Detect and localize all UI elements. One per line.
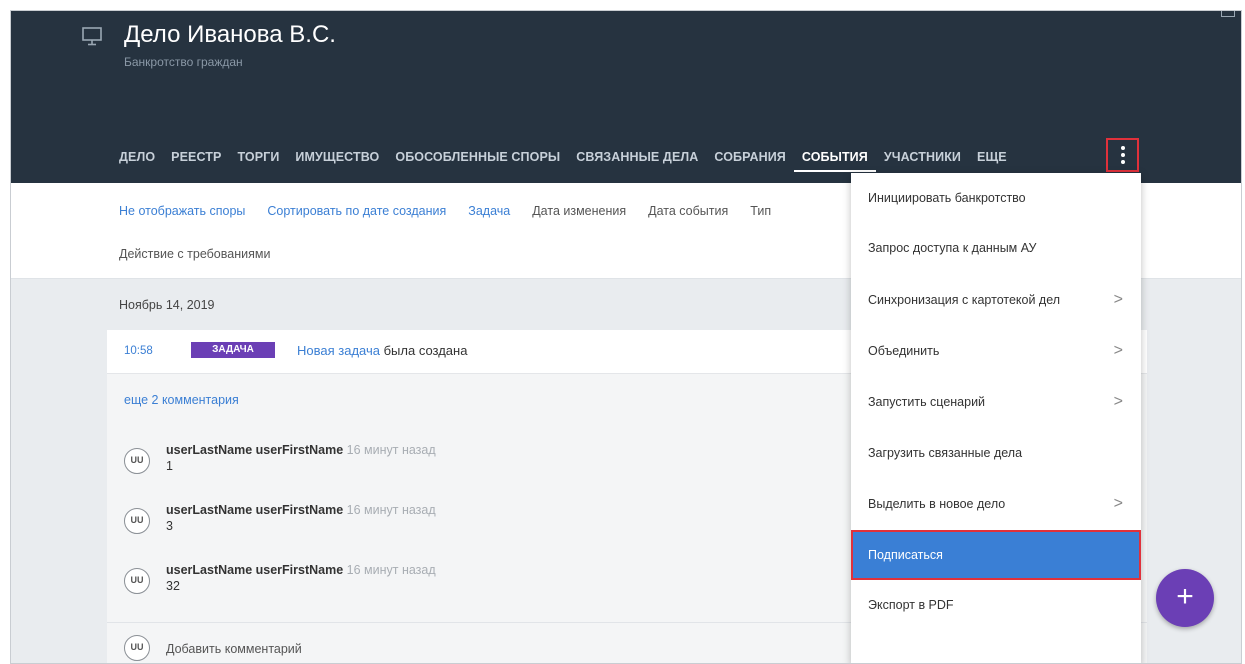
avatar: UU bbox=[124, 635, 150, 661]
filter-hide-disputes[interactable]: Не отображать споры bbox=[119, 204, 245, 218]
comment-time: 16 минут назад bbox=[343, 563, 436, 577]
event-link[interactable]: Новая задача bbox=[297, 343, 380, 358]
menu-item-export-pdf[interactable]: Экспорт в PDF bbox=[851, 580, 1141, 630]
menu-item-label: Загрузить связанные дела bbox=[868, 446, 1023, 460]
more-vertical-icon bbox=[1120, 146, 1125, 150]
comment-author: userLastName userFirstName 16 минут наза… bbox=[166, 563, 436, 577]
menu-item-load-related[interactable]: Загрузить связанные дела bbox=[851, 428, 1141, 478]
tab-eshche[interactable]: ЕЩЕ bbox=[969, 148, 1015, 172]
comment-text: 32 bbox=[166, 579, 180, 593]
add-fab-button[interactable]: + bbox=[1156, 569, 1214, 627]
case-header: Дело Иванова В.С. Банкротство граждан ДЕ… bbox=[11, 11, 1241, 183]
chevron-right-icon: > bbox=[1113, 495, 1123, 512]
filter-date-event[interactable]: Дата события bbox=[648, 204, 728, 218]
menu-item-sync-cards[interactable]: Синхронизация с картотекой дел > bbox=[851, 275, 1141, 325]
filter-task[interactable]: Задача bbox=[468, 204, 510, 218]
chevron-right-icon: > bbox=[1113, 342, 1123, 359]
monitor-icon bbox=[82, 27, 102, 46]
comment-text: 3 bbox=[166, 519, 173, 533]
more-options-menu: Инициировать банкротство Запрос доступа … bbox=[851, 173, 1141, 663]
app-window: Дело Иванова В.С. Банкротство граждан ДЕ… bbox=[10, 10, 1242, 664]
more-vertical-icon-dot bbox=[1120, 160, 1125, 164]
menu-item-initiate-bankruptcy[interactable]: Инициировать банкротство bbox=[851, 173, 1141, 223]
tab-bar: ДЕЛО РЕЕСТР ТОРГИ ИМУЩЕСТВО ОБОСОБЛЕННЫЕ… bbox=[119, 148, 1015, 172]
menu-item-run-scenario[interactable]: Запустить сценарий > bbox=[851, 377, 1141, 427]
comment-item: UU userLastName userFirstName 16 минут н… bbox=[124, 503, 824, 543]
event-text: была создана bbox=[379, 343, 468, 358]
menu-item-label: Экспорт в PDF bbox=[868, 598, 954, 612]
window-corner-icon bbox=[1221, 11, 1235, 17]
filter-claims-action[interactable]: Действие с требованиями bbox=[119, 247, 270, 261]
comment-author-name: userLastName userFirstName bbox=[166, 443, 344, 457]
tab-svyazannye-dela[interactable]: СВЯЗАННЫЕ ДЕЛА bbox=[568, 148, 706, 172]
avatar: UU bbox=[124, 508, 150, 534]
more-comments-link[interactable]: еще 2 комментария bbox=[124, 393, 239, 407]
comment-time: 16 минут назад bbox=[343, 503, 436, 517]
chevron-right-icon: > bbox=[1113, 291, 1123, 308]
comment-item: UU userLastName userFirstName 16 минут н… bbox=[124, 563, 824, 603]
tab-torgi[interactable]: ТОРГИ bbox=[229, 148, 287, 172]
tab-sobraniya[interactable]: СОБРАНИЯ bbox=[706, 148, 794, 172]
menu-item-subscribe[interactable]: Подписаться bbox=[851, 530, 1141, 580]
menu-item-label: Синхронизация с картотекой дел bbox=[868, 293, 1061, 307]
comment-time: 16 минут назад bbox=[343, 443, 436, 457]
comment-item: UU userLastName userFirstName 16 минут н… bbox=[124, 443, 824, 483]
tab-imushchestvo[interactable]: ИМУЩЕСТВО bbox=[287, 148, 387, 172]
tab-reestr[interactable]: РЕЕСТР bbox=[163, 148, 229, 172]
menu-item-request-access[interactable]: Запрос доступа к данным АУ bbox=[851, 223, 1141, 273]
add-comment-input[interactable]: Добавить комментарий bbox=[166, 642, 302, 656]
menu-item-label: Подписаться bbox=[868, 548, 943, 562]
more-vertical-icon-dot bbox=[1120, 153, 1125, 157]
filter-type[interactable]: Тип bbox=[750, 204, 771, 218]
comment-author-name: userLastName userFirstName bbox=[166, 503, 344, 517]
tab-delo[interactable]: ДЕЛО bbox=[119, 148, 163, 172]
comment-author: userLastName userFirstName 16 минут наза… bbox=[166, 503, 436, 517]
menu-item-merge[interactable]: Объединить > bbox=[851, 326, 1141, 376]
page-title: Дело Иванова В.С. bbox=[124, 21, 336, 48]
event-time[interactable]: 10:58 bbox=[124, 345, 153, 357]
menu-item-label: Объединить bbox=[868, 344, 940, 358]
date-heading: Ноябрь 14, 2019 bbox=[119, 298, 215, 312]
menu-item-label: Выделить в новое дело bbox=[868, 497, 1006, 511]
comment-text: 1 bbox=[166, 459, 173, 473]
filter-sort-by-created[interactable]: Сортировать по дате создания bbox=[267, 204, 446, 218]
tab-obosoblennye-spory[interactable]: ОБОСОБЛЕННЫЕ СПОРЫ bbox=[387, 148, 568, 172]
tab-uchastniki[interactable]: УЧАСТНИКИ bbox=[876, 148, 969, 172]
tab-sobytiya[interactable]: СОБЫТИЯ bbox=[793, 148, 876, 172]
menu-item-split-case[interactable]: Выделить в новое дело > bbox=[851, 479, 1141, 529]
menu-item-label: Запрос доступа к данным АУ bbox=[868, 241, 1037, 255]
comment-author: userLastName userFirstName 16 минут наза… bbox=[166, 443, 436, 457]
comment-author-name: userLastName userFirstName bbox=[166, 563, 344, 577]
event-description: Новая задача была создана bbox=[297, 343, 467, 358]
event-type-badge: ЗАДАЧА bbox=[191, 342, 275, 358]
more-options-button[interactable] bbox=[1106, 138, 1139, 172]
avatar: UU bbox=[124, 448, 150, 474]
chevron-right-icon: > bbox=[1113, 393, 1123, 410]
avatar: UU bbox=[124, 568, 150, 594]
page-subtitle: Банкротство граждан bbox=[124, 55, 243, 69]
menu-item-label: Запустить сценарий bbox=[868, 395, 986, 409]
menu-item-label: Инициировать банкротство bbox=[868, 191, 1026, 205]
filter-row: Не отображать споры Сортировать по дате … bbox=[119, 204, 771, 218]
filter-date-modified[interactable]: Дата изменения bbox=[532, 204, 626, 218]
